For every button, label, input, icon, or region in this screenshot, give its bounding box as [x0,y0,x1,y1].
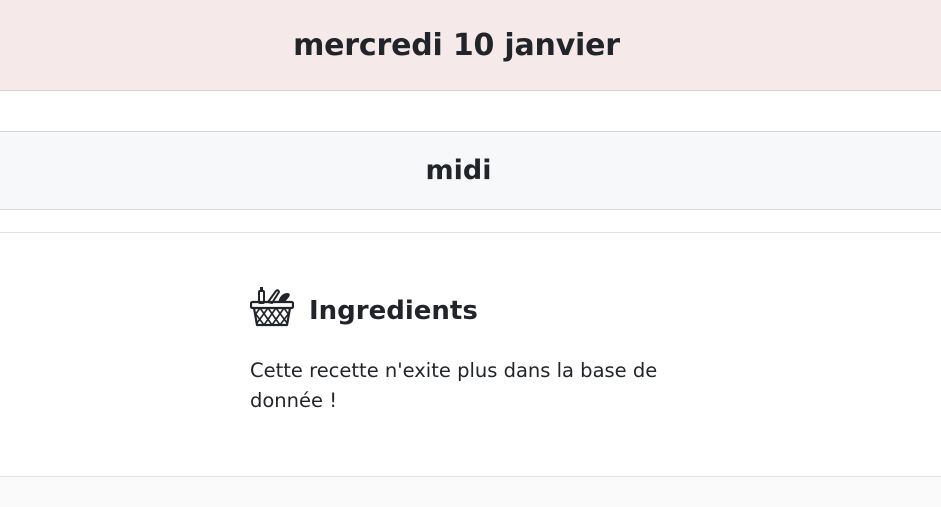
meal-header[interactable]: midi [0,131,941,210]
next-section-band [0,476,941,507]
ingredients-heading: Ingredients [250,284,670,328]
ingredients-title: Ingredients [309,296,478,326]
meal-title: midi [425,155,492,186]
missing-recipe-message: Cette recette n'exite plus dans la base … [250,359,658,412]
day-title: mercredi 10 janvier [293,27,620,63]
day-header: mercredi 10 janvier [0,0,941,91]
basket-icon [250,287,294,327]
section-divider [0,232,941,233]
ingredients-section: Ingredients Cette recette n'exite plus d… [250,284,670,416]
